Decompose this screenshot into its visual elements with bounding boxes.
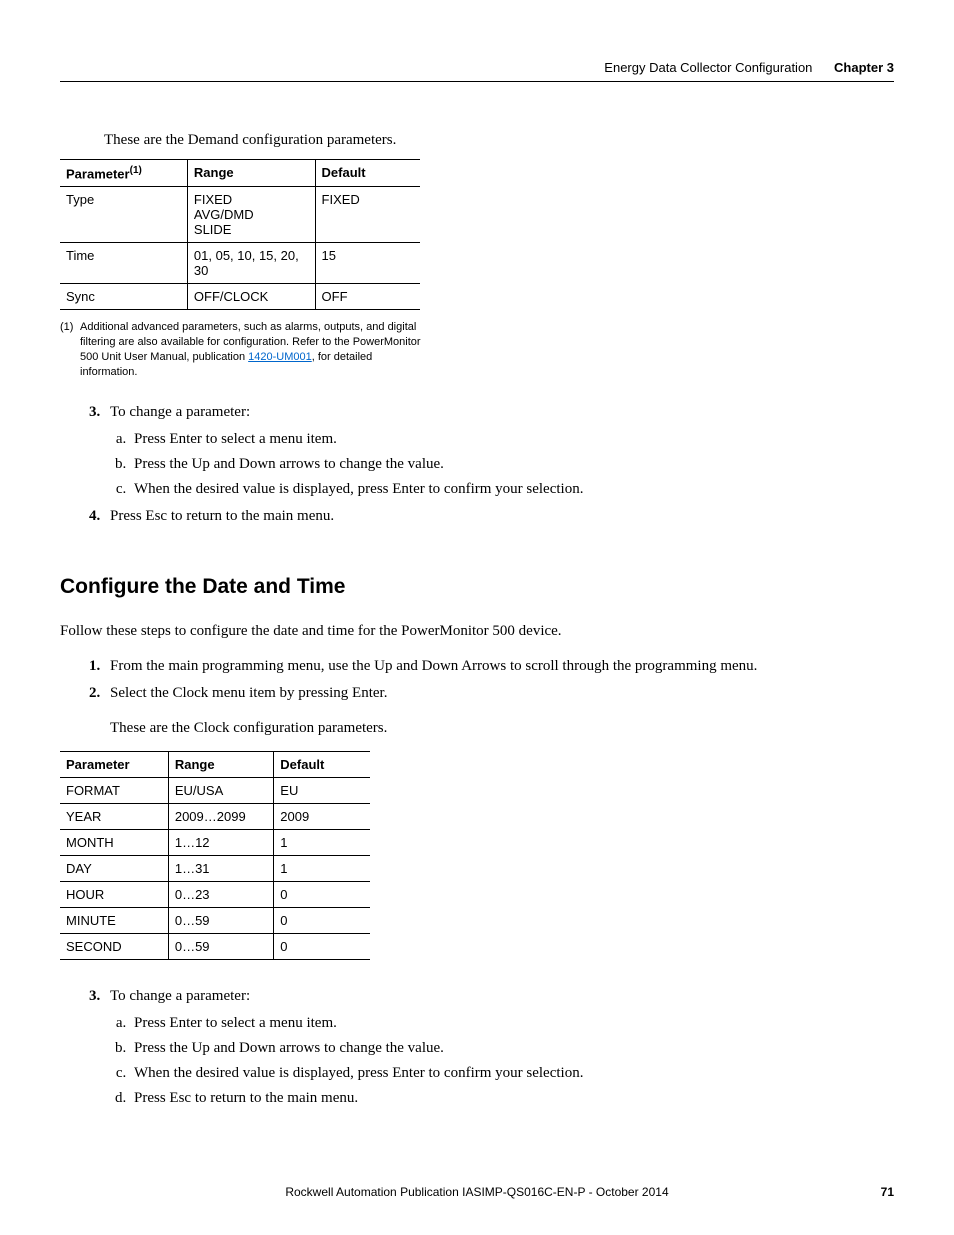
cell-default: 2009: [274, 803, 370, 829]
col-header-range: Range: [168, 751, 273, 777]
clock-params-intro: These are the Clock configuration parame…: [110, 720, 894, 737]
date-time-intro: Follow these steps to configure the date…: [60, 623, 894, 640]
col-header-parameter-text: Parameter: [66, 166, 130, 181]
table-row: FORMATEU/USAEU: [60, 777, 370, 803]
table-row: MONTH1…121: [60, 829, 370, 855]
cell-default: 0: [274, 907, 370, 933]
table-row: DAY1…311: [60, 855, 370, 881]
list-item: To change a parameter: Press Enter to se…: [104, 404, 894, 498]
sub-steps-list: Press Enter to select a menu item. Press…: [112, 1015, 894, 1107]
col-header-parameter-sup: (1): [130, 165, 142, 176]
list-item: Press Esc to return to the main menu.: [130, 1090, 894, 1107]
step-text: To change a parameter:: [110, 988, 250, 1004]
cell-range: 0…59: [168, 907, 273, 933]
table-row: Time 01, 05, 10, 15, 20, 30 15: [60, 243, 420, 284]
cell-default: 1: [274, 829, 370, 855]
clock-parameters-table: Parameter Range Default FORMATEU/USAEU Y…: [60, 751, 370, 960]
col-header-parameter: Parameter: [60, 751, 168, 777]
cell-default: EU: [274, 777, 370, 803]
cell-range: 2009…2099: [168, 803, 273, 829]
footer-publication: Rockwell Automation Publication IASIMP-Q…: [285, 1185, 668, 1199]
cell-param: Type: [60, 187, 187, 243]
sub-steps-list: Press Enter to select a menu item. Press…: [112, 431, 894, 498]
cell-range: 0…59: [168, 933, 273, 959]
list-item: From the main programming menu, use the …: [104, 658, 894, 675]
cell-range: 0…23: [168, 881, 273, 907]
header-section-title: Energy Data Collector Configuration: [604, 60, 812, 75]
list-item: Press Enter to select a menu item.: [130, 431, 894, 448]
table-footnote: (1) Additional advanced parameters, such…: [60, 320, 430, 379]
list-item: When the desired value is displayed, pre…: [130, 1065, 894, 1082]
cell-default: 0: [274, 881, 370, 907]
footnote-number: (1): [60, 320, 80, 379]
list-item: Press the Up and Down arrows to change t…: [130, 1040, 894, 1057]
table-header-row: Parameter(1) Range Default: [60, 160, 420, 187]
cell-param: MONTH: [60, 829, 168, 855]
demand-parameters-table: Parameter(1) Range Default Type FIXED AV…: [60, 159, 420, 310]
col-header-parameter: Parameter(1): [60, 160, 187, 187]
cell-default: 15: [315, 243, 420, 284]
list-item: When the desired value is displayed, pre…: [130, 481, 894, 498]
list-item: To change a parameter: Press Enter to se…: [104, 988, 894, 1107]
cell-range: OFF/CLOCK: [187, 284, 315, 310]
cell-default: FIXED: [315, 187, 420, 243]
cell-default: OFF: [315, 284, 420, 310]
demand-intro-text: These are the Demand configuration param…: [104, 132, 894, 149]
col-header-default: Default: [274, 751, 370, 777]
list-item: Press Enter to select a menu item.: [130, 1015, 894, 1032]
page: Energy Data Collector Configuration Chap…: [0, 0, 954, 1235]
cell-default: 1: [274, 855, 370, 881]
cell-range: 1…12: [168, 829, 273, 855]
cell-param: HOUR: [60, 881, 168, 907]
table-row: HOUR0…230: [60, 881, 370, 907]
col-header-range: Range: [187, 160, 315, 187]
section-heading-date-time: Configure the Date and Time: [60, 575, 894, 599]
list-item: Select the Clock menu item by pressing E…: [104, 685, 894, 737]
page-footer: Rockwell Automation Publication IASIMP-Q…: [60, 1185, 894, 1199]
table-row: Sync OFF/CLOCK OFF: [60, 284, 420, 310]
cell-param: Sync: [60, 284, 187, 310]
clock-steps-list: To change a parameter: Press Enter to se…: [88, 988, 894, 1107]
table-row: Type FIXED AVG/DMD SLIDE FIXED: [60, 187, 420, 243]
table-row: MINUTE0…590: [60, 907, 370, 933]
cell-default: 0: [274, 933, 370, 959]
cell-range: FIXED AVG/DMD SLIDE: [187, 187, 315, 243]
col-header-default: Default: [315, 160, 420, 187]
cell-range: 01, 05, 10, 15, 20, 30: [187, 243, 315, 284]
step-text: Select the Clock menu item by pressing E…: [110, 685, 387, 701]
cell-param: DAY: [60, 855, 168, 881]
cell-param: MINUTE: [60, 907, 168, 933]
table-row: SECOND0…590: [60, 933, 370, 959]
list-item: Press Esc to return to the main menu.: [104, 508, 894, 525]
cell-param: SECOND: [60, 933, 168, 959]
list-item: Press the Up and Down arrows to change t…: [130, 456, 894, 473]
page-number: 71: [881, 1185, 894, 1199]
table-header-row: Parameter Range Default: [60, 751, 370, 777]
header-chapter-label: Chapter 3: [834, 60, 894, 75]
publication-link[interactable]: 1420-UM001: [248, 351, 312, 363]
demand-steps-list: To change a parameter: Press Enter to se…: [88, 404, 894, 525]
footnote-text: Additional advanced parameters, such as …: [80, 320, 430, 379]
date-time-steps-list: From the main programming menu, use the …: [88, 658, 894, 737]
cell-range: 1…31: [168, 855, 273, 881]
cell-param: Time: [60, 243, 187, 284]
step-text: To change a parameter:: [110, 404, 250, 420]
cell-param: YEAR: [60, 803, 168, 829]
cell-range: EU/USA: [168, 777, 273, 803]
cell-param: FORMAT: [60, 777, 168, 803]
table-row: YEAR2009…20992009: [60, 803, 370, 829]
page-header: Energy Data Collector Configuration Chap…: [60, 60, 894, 82]
